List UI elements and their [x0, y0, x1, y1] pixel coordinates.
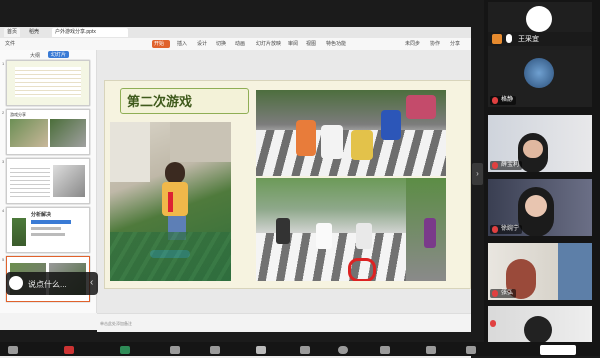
share-screen-icon[interactable] [120, 346, 130, 354]
thumbnail-caption: 分析解决 [31, 212, 52, 218]
participant-name: 王采宜 [518, 36, 539, 43]
more-icon[interactable] [426, 346, 436, 354]
chevron-left-icon[interactable]: ‹ [90, 277, 93, 288]
record-icon[interactable] [300, 346, 310, 354]
notes-pane[interactable]: 单击此处添加备注 [97, 313, 471, 332]
microphone-muted-icon [492, 97, 498, 104]
participant-tile[interactable]: 格静 [488, 50, 592, 107]
participant-label: 张弘 [490, 289, 517, 298]
collapse-panel-button[interactable]: › [472, 163, 483, 185]
tab-docer[interactable]: 稻壳 [26, 28, 42, 37]
participants-icon[interactable] [210, 346, 220, 354]
sync-status[interactable]: 未同步 [405, 40, 420, 48]
microphone-muted-icon [490, 320, 496, 327]
camera-off-icon[interactable] [64, 346, 74, 354]
chat-hint-text: 说点什么... [28, 280, 67, 289]
photo-child-scooter [110, 122, 231, 281]
thumbnail-number: 3 [2, 159, 5, 164]
participant-label: 格静 [490, 96, 517, 105]
microphone-muted-icon [492, 226, 498, 233]
security-icon[interactable] [170, 346, 180, 354]
slide-title: 第二次游戏 [127, 94, 193, 109]
photo-children-group-2 [256, 178, 446, 281]
microphone-icon [506, 34, 512, 43]
thumbnail-number: 1 [2, 61, 5, 66]
slides-tab[interactable]: 幻灯片 [48, 51, 70, 58]
share-button[interactable]: 分享 [450, 40, 460, 48]
participant-name: 薛宝利 [501, 162, 520, 168]
thumbnail-caption: 游戏分享 [10, 112, 26, 117]
microphone-muted-icon [492, 290, 498, 297]
end-meeting-button[interactable] [540, 345, 576, 355]
chat-hint-overlay[interactable]: 说点什么... ‹ [6, 272, 98, 295]
microphone-muted-icon [492, 162, 498, 169]
menu-transition[interactable]: 切换 [216, 40, 226, 48]
participant-label: 薛宝利 [490, 161, 523, 170]
tab-document[interactable]: 户外游戏分享.pptx [52, 28, 128, 37]
participant-name: 徐婉宁 [501, 226, 520, 232]
host-badge-icon [492, 34, 502, 44]
thumbnail-number: 2 [2, 110, 5, 115]
participant-name: 格静 [501, 97, 514, 103]
notes-placeholder: 单击此处添加备注 [100, 321, 132, 326]
participant-tile[interactable] [488, 306, 592, 342]
thumbnail-number: 5 [2, 257, 5, 262]
slide-thumbnail[interactable]: 4 分析解决 [2, 207, 90, 253]
menu-animation[interactable]: 动画 [235, 40, 245, 48]
menu-design[interactable]: 设计 [197, 40, 207, 48]
reactions-icon[interactable] [338, 346, 348, 354]
participant-tile[interactable]: 薛宝利 [488, 115, 592, 172]
menu-review[interactable]: 审阅 [288, 40, 298, 48]
avatar [526, 6, 552, 32]
menu-slideshow[interactable]: 幻灯片放映 [256, 40, 281, 48]
menu-features[interactable]: 特色功能 [326, 40, 346, 48]
participant-tile[interactable]: 张弘 [488, 243, 592, 300]
slide-thumbnail[interactable]: 1 [2, 60, 90, 106]
menu-file[interactable]: 文件 [5, 40, 15, 48]
apps-icon[interactable] [380, 346, 390, 354]
settings-icon[interactable] [466, 346, 476, 354]
chat-icon[interactable] [256, 346, 266, 354]
collab-button[interactable]: 协作 [430, 40, 440, 48]
participant-label: 徐婉宁 [490, 225, 523, 234]
tab-home[interactable]: 首页 [4, 28, 21, 37]
menu-view[interactable]: 视图 [306, 40, 316, 48]
photo-children-group-1 [256, 90, 446, 176]
menu-start[interactable]: 开始 [154, 40, 164, 48]
avatar [524, 58, 554, 88]
slide-thumbnail[interactable]: 3 [2, 158, 90, 204]
menu-insert[interactable]: 插入 [177, 40, 187, 48]
microphone-icon[interactable] [8, 346, 18, 354]
participant-tile[interactable]: 徐婉宁 [488, 179, 592, 236]
thumbnail-number: 4 [2, 208, 5, 213]
outline-tab[interactable]: 大纲 [30, 52, 40, 59]
participant-name: 张弘 [501, 290, 514, 296]
slide-thumbnail[interactable]: 2 游戏分享 [2, 109, 90, 155]
chat-icon [9, 276, 23, 290]
